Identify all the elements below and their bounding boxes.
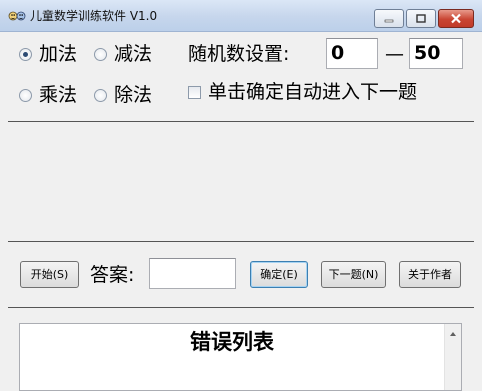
close-button[interactable] (438, 9, 474, 28)
minimize-icon (384, 19, 394, 22)
radio-divide-label: 除法 (114, 84, 153, 106)
radio-divide-circle[interactable] (94, 88, 107, 102)
radio-multiply-label: 乘法 (39, 84, 78, 106)
radio-add-label: 加法 (39, 43, 78, 65)
auto-next-checkbox[interactable]: 单击确定自动进入下一题 (188, 80, 417, 104)
window-title: 儿童数学训练软件 V1.0 (30, 9, 158, 23)
close-icon (451, 13, 461, 24)
auto-next-box[interactable] (188, 85, 201, 99)
radio-subtract-label: 减法 (114, 43, 153, 65)
next-question-button[interactable]: 下一题(N) (321, 261, 386, 288)
error-list[interactable]: 错误列表 (19, 323, 462, 391)
range-max-input[interactable]: 50 (409, 38, 463, 69)
answer-label: 答案: (90, 264, 135, 286)
range-min-input[interactable]: 0 (326, 38, 378, 69)
answer-input[interactable] (149, 258, 236, 289)
radio-subtract[interactable]: 减法 (94, 42, 152, 66)
error-list-scrollbar[interactable] (444, 324, 461, 390)
minimize-button[interactable] (374, 9, 404, 28)
radio-divide[interactable]: 除法 (94, 83, 152, 107)
maximize-button[interactable] (406, 9, 436, 28)
radio-add-circle[interactable] (19, 47, 32, 61)
start-button[interactable]: 开始(S) (20, 261, 79, 288)
radio-subtract-circle[interactable] (94, 47, 107, 61)
error-list-title: 错误列表 (190, 329, 274, 354)
title-bar: 儿童数学训练软件 V1.0 (0, 0, 482, 32)
radio-multiply-circle[interactable] (19, 88, 32, 102)
radio-add[interactable]: 加法 (19, 42, 77, 66)
auto-next-label: 单击确定自动进入下一题 (208, 81, 418, 103)
about-author-button[interactable]: 关于作者 (399, 261, 461, 288)
cartoon-faces-icon (8, 11, 26, 21)
divider-bottom (8, 307, 474, 308)
maximize-icon (416, 13, 426, 23)
radio-multiply[interactable]: 乘法 (19, 83, 77, 107)
confirm-button[interactable]: 确定(E) (250, 261, 308, 288)
divider-top (8, 121, 474, 122)
scroll-up-arrow-icon[interactable] (450, 332, 456, 336)
divider-middle (8, 241, 474, 242)
question-display (8, 123, 474, 241)
range-separator: — (385, 43, 404, 65)
random-range-label: 随机数设置: (188, 43, 290, 65)
